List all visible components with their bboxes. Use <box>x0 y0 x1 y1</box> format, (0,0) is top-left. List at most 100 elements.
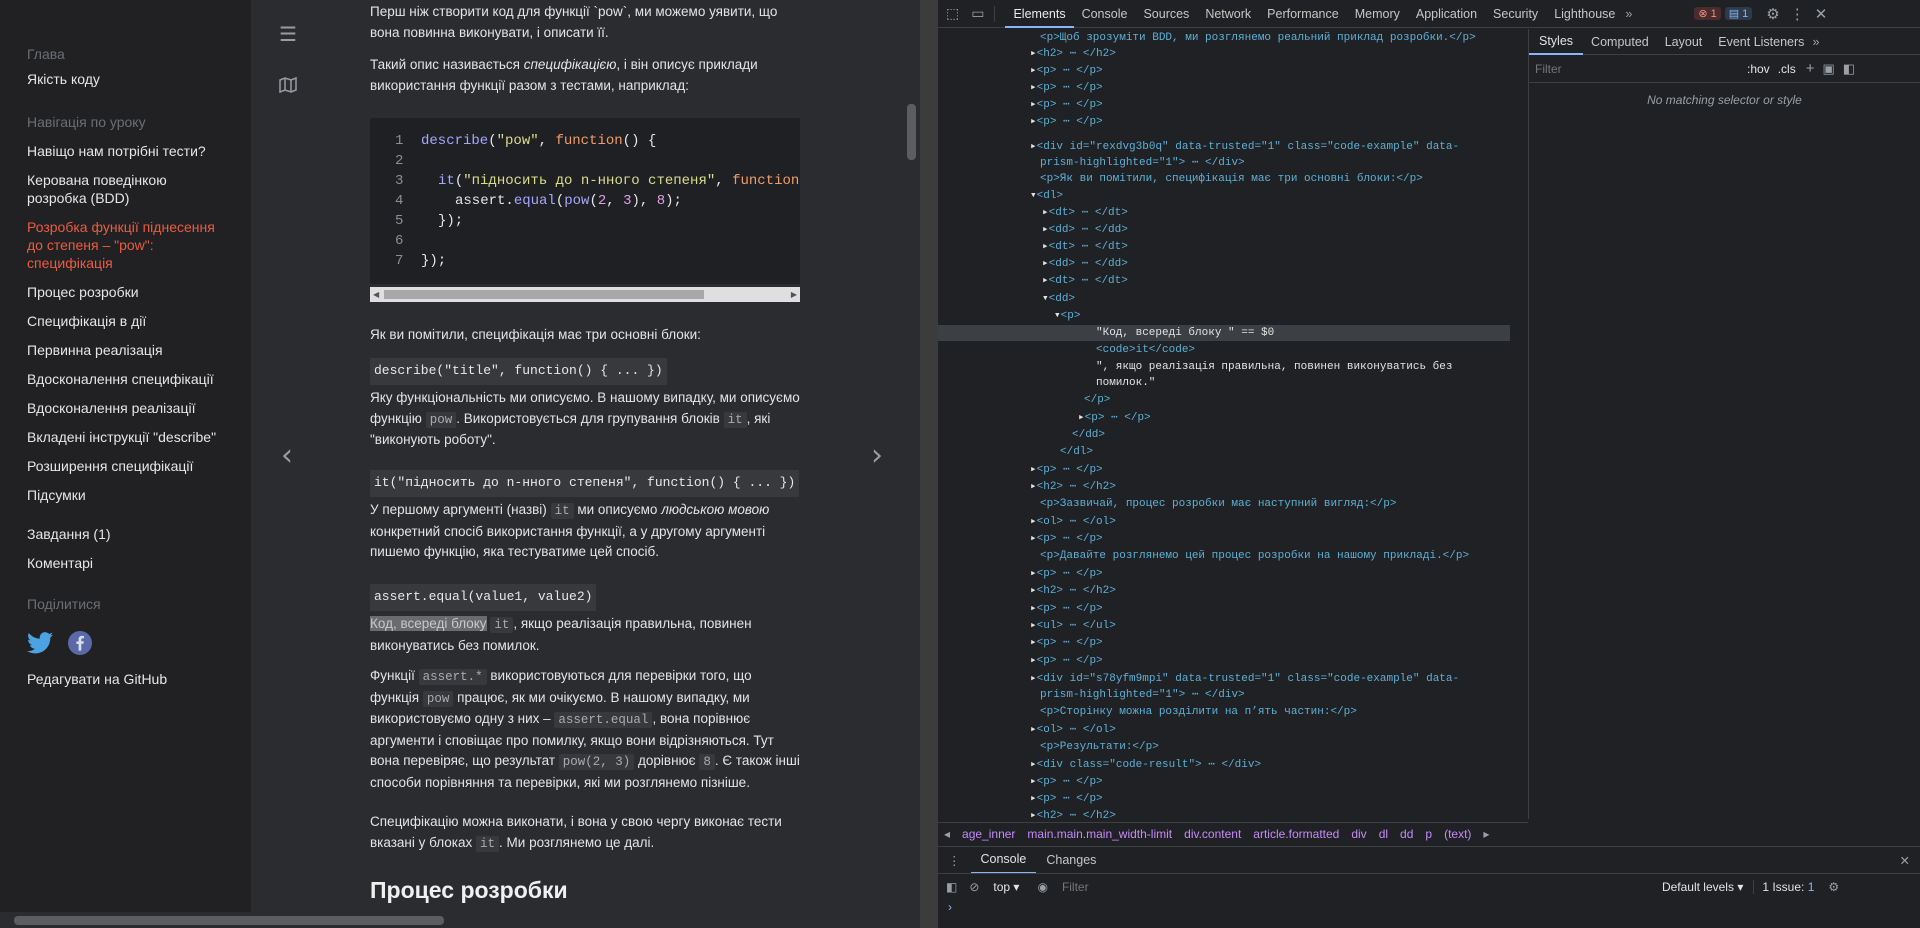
dom-node[interactable]: <p>Давайте розглянемо цей процес розробк… <box>1040 548 1469 564</box>
edit-on-github-link[interactable]: Редагувати на GitHub <box>27 670 227 688</box>
dom-node[interactable]: ▸<div id="s78yfm9mpi" data-trusted="1" c… <box>1030 671 1459 687</box>
dom-node[interactable]: ▸<ul> ⋯ </ul> <box>1030 618 1116 634</box>
breadcrumb-right-icon[interactable]: ▸ <box>1477 827 1495 841</box>
cls-button[interactable]: .cls <box>1778 62 1796 76</box>
dom-node[interactable]: ▸<h2> ⋯ </h2> <box>1030 583 1116 599</box>
dom-node[interactable]: <p>Як ви помітили, специфікація має три … <box>1040 171 1423 187</box>
tasks-link[interactable]: Завдання (1) <box>27 525 227 543</box>
console-settings-icon[interactable]: ⚙ <box>1822 880 1845 894</box>
tab-computed[interactable]: Computed <box>1583 35 1657 49</box>
dom-node[interactable]: ▸<p> ⋯ </p> <box>1030 566 1103 582</box>
more-tabs-icon[interactable]: » <box>1812 35 1819 49</box>
facebook-icon[interactable] <box>67 630 93 656</box>
breadcrumb-item[interactable]: p <box>1419 827 1438 841</box>
dom-node[interactable]: ▸<dd> ⋯ </dd> <box>1042 256 1128 272</box>
nav-item-spec-in-action[interactable]: Специфікація в дії <box>27 312 227 330</box>
dom-node[interactable]: ▾<dd> <box>1042 291 1075 307</box>
error-badge[interactable]: ⊗ 1 <box>1694 7 1721 20</box>
nav-item-nested-describe[interactable]: Вкладені інструкції "describe" <box>27 428 227 446</box>
console-prompt-icon[interactable]: › <box>948 900 952 914</box>
page-hscrollbar[interactable] <box>0 912 920 928</box>
page-scrollbar[interactable] <box>903 0 920 912</box>
dom-node[interactable]: ▸<dt> ⋯ </dt> <box>1042 273 1128 289</box>
dom-node[interactable]: ▸<p> ⋯ </p> <box>1030 462 1103 478</box>
nav-item-dev-process[interactable]: Процес розробки <box>27 283 227 301</box>
dom-node[interactable]: ▸<h2> ⋯ </h2> <box>1030 479 1116 495</box>
dom-node[interactable]: ▸<ol> ⋯ </ol> <box>1030 514 1116 530</box>
tab-elements[interactable]: Elements <box>1005 0 1074 28</box>
scrollbar-thumb[interactable] <box>14 916 444 925</box>
nav-item-improve-impl[interactable]: Вдосконалення реалізації <box>27 399 227 417</box>
clear-console-icon[interactable]: ⊘ <box>965 880 983 894</box>
nav-item-why-tests[interactable]: Навіщо нам потрібні тести? <box>27 142 227 160</box>
tab-security[interactable]: Security <box>1485 0 1546 28</box>
dom-node[interactable]: ▾<dl> <box>1030 188 1063 204</box>
device-toggle-icon[interactable]: ▭ <box>971 5 984 22</box>
tab-sources[interactable]: Sources <box>1135 0 1197 28</box>
gear-icon[interactable]: ⚙ <box>1766 5 1779 23</box>
levels-select[interactable]: Default levels ▾ <box>1652 880 1753 894</box>
inspect-icon[interactable]: ⬚ <box>946 5 959 22</box>
split-divider[interactable] <box>920 0 938 928</box>
tab-console[interactable]: Console <box>1074 0 1136 28</box>
breadcrumb-item[interactable]: main.main.main_width-limit <box>1021 827 1178 841</box>
tab-application[interactable]: Application <box>1408 0 1485 28</box>
scrollbar-thumb[interactable] <box>384 290 704 299</box>
next-arrow-icon[interactable]: › <box>871 438 883 473</box>
tab-styles[interactable]: Styles <box>1529 29 1584 55</box>
dom-node[interactable]: ▸<p> ⋯ </p> <box>1030 63 1103 79</box>
drawer-menu-icon[interactable]: ⋮ <box>938 853 971 868</box>
breadcrumb-item[interactable]: article.formatted <box>1247 827 1345 841</box>
breadcrumb-item[interactable]: div <box>1345 827 1372 841</box>
tab-lighthouse[interactable]: Lighthouse <box>1546 0 1623 28</box>
dom-node[interactable]: ▸<dt> ⋯ </dt> <box>1042 205 1128 221</box>
twitter-icon[interactable] <box>27 632 53 654</box>
message-badge[interactable]: ▤ 1 <box>1724 7 1753 20</box>
dom-node[interactable]: ▾<p> <box>1054 308 1080 324</box>
nav-item-improve-spec[interactable]: Вдосконалення специфікації <box>27 370 227 388</box>
eye-icon[interactable]: ◉ <box>1029 880 1055 894</box>
scrollbar-thumb[interactable] <box>907 104 916 160</box>
scroll-left-icon[interactable]: ◀ <box>373 290 379 299</box>
dom-node[interactable]: ▸<ol> ⋯ </ol> <box>1030 722 1116 738</box>
dom-node[interactable]: ▸<h2> ⋯ </h2> <box>1030 808 1116 819</box>
close-icon[interactable]: ✕ <box>1815 5 1828 23</box>
drawer-tab-console[interactable]: Console <box>970 847 1037 874</box>
breadcrumb-item[interactable]: dl <box>1373 827 1394 841</box>
code-scrollbar[interactable]: ◀ ▶ <box>370 287 800 302</box>
dom-node[interactable]: ▸<p> ⋯ </p> <box>1030 97 1103 113</box>
prev-arrow-icon[interactable]: ‹ <box>281 438 293 473</box>
close-drawer-icon[interactable]: ✕ <box>1900 853 1910 868</box>
nav-item-summary[interactable]: Підсумки <box>27 486 227 504</box>
dom-node[interactable]: <p>Щоб зрозуміти BDD, ми розглянемо реал… <box>1040 30 1476 46</box>
dom-node-selected[interactable]: "Код, всереді блоку " == $0 <box>938 325 1510 341</box>
hov-button[interactable]: :hov <box>1747 62 1770 76</box>
nav-item-initial-impl[interactable]: Первинна реалізація <box>27 341 227 359</box>
nav-item-extend-spec[interactable]: Розширення специфікації <box>27 457 227 475</box>
breadcrumb-left-icon[interactable]: ◂ <box>938 827 956 841</box>
breadcrumb-item[interactable]: div.content <box>1178 827 1247 841</box>
sidebar-toggle-icon[interactable]: ◧ <box>1843 61 1855 77</box>
tab-network[interactable]: Network <box>1197 0 1259 28</box>
breadcrumb-item[interactable]: age_inner <box>956 827 1021 841</box>
add-rule-icon[interactable]: + <box>1806 60 1815 77</box>
styles-filter-input[interactable] <box>1535 58 1739 79</box>
issues-button[interactable]: 1 Issue: 1 <box>1753 879 1822 894</box>
dom-node[interactable]: ▸<p> ⋯ </p> <box>1030 774 1103 790</box>
tab-memory[interactable]: Memory <box>1347 0 1408 28</box>
nav-item-pow-spec[interactable]: Розробка функції піднесення до степеня –… <box>27 218 227 272</box>
dom-node[interactable]: ▸<dt> ⋯ </dt> <box>1042 239 1128 255</box>
dom-node[interactable]: <code>it</code> <box>1096 342 1195 358</box>
tab-performance[interactable]: Performance <box>1259 0 1347 28</box>
dom-text[interactable]: ", якщо реалізація правильна, повинен ви… <box>1096 359 1452 375</box>
map-icon[interactable] <box>279 76 297 98</box>
dom-node[interactable]: ▸<p> ⋯ </p> <box>1030 531 1103 547</box>
context-select[interactable]: top ▾ <box>983 880 1029 894</box>
dom-node[interactable]: ▸<p> ⋯ </p> <box>1030 80 1103 96</box>
console-sidebar-icon[interactable]: ◧ <box>938 880 965 894</box>
tab-event-listeners[interactable]: Event Listeners <box>1710 35 1812 49</box>
dom-node[interactable]: ▸<div id="rexdvg3b0q" data-trusted="1" c… <box>1030 139 1459 155</box>
breadcrumb-item[interactable]: (text) <box>1438 827 1477 841</box>
dom-node[interactable]: ▸<p> ⋯ </p> <box>1030 635 1103 651</box>
dom-node[interactable]: ▸<h2> ⋯ </h2> <box>1030 46 1116 62</box>
